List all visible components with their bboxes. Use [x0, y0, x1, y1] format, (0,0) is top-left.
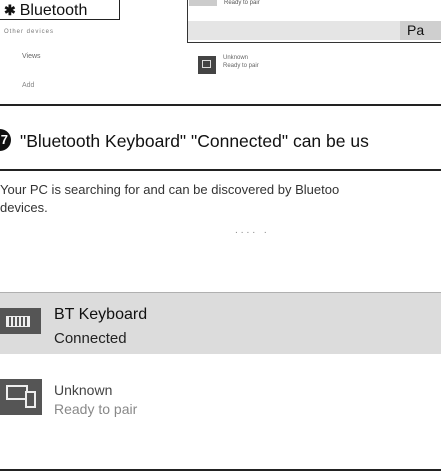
device-status: Connected: [54, 330, 127, 347]
device-status: Ready to pair: [54, 401, 138, 417]
scanning-message: Your PC is searching for and can be disc…: [0, 182, 340, 197]
device-icon: [189, 0, 217, 6]
device-icon: [198, 56, 216, 74]
left-list-item-views[interactable]: Views: [22, 53, 41, 60]
instruction-text: "Bluetooth Keyboard" "Connected" can be …: [20, 131, 369, 151]
keyboard-icon: [0, 308, 41, 334]
device-name: BT Keyboard: [54, 306, 148, 323]
searching-progress-dots: .... .: [235, 225, 270, 236]
device-icon: [0, 379, 42, 415]
pair-button[interactable]: Pa: [400, 21, 441, 40]
bluetooth-button[interactable]: ✱ Bluetooth: [0, 0, 120, 20]
left-list-item-add[interactable]: Add: [22, 82, 34, 89]
bluetooth-icon: ✱: [4, 2, 16, 18]
device-name[interactable]: Unknown: [54, 382, 112, 398]
step-number-badge: 7: [0, 129, 11, 151]
device-list-item[interactable]: Unknown Ready to pair: [223, 54, 259, 70]
other-devices-label: Other devices: [4, 29, 55, 35]
device-status: Ready to pair: [223, 63, 259, 69]
bluetooth-button-label: Bluetooth: [19, 2, 88, 19]
device-status: Ready to pair: [224, 0, 260, 6]
scanning-message-continued: devices.: [0, 200, 48, 215]
device-name: Unknown: [223, 55, 249, 61]
